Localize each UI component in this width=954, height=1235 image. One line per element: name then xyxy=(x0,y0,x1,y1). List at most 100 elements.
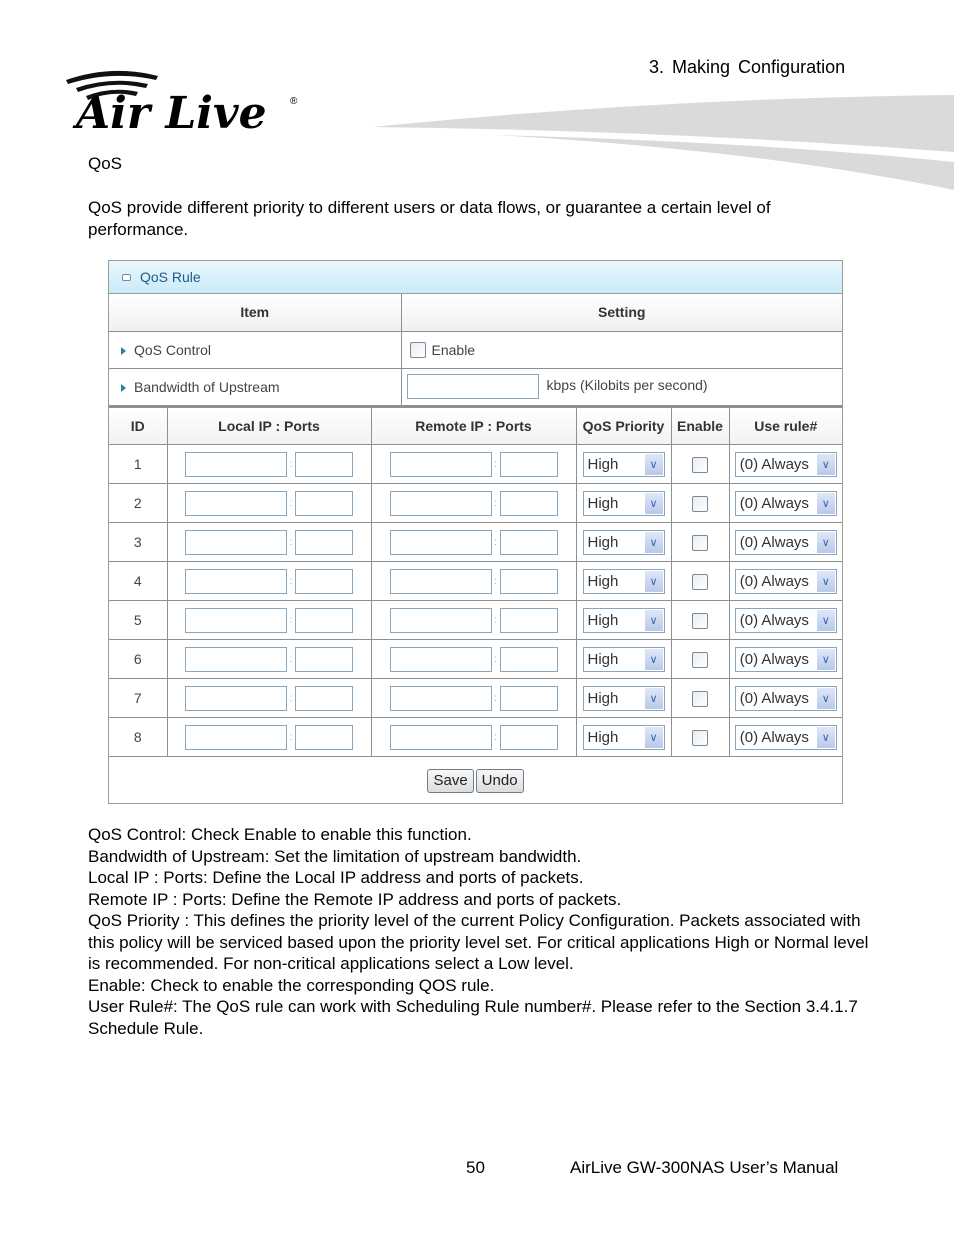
panel-header: QoS Rule xyxy=(109,261,842,294)
local-ip-input[interactable] xyxy=(185,568,287,594)
remote-port-input[interactable] xyxy=(499,646,558,672)
remote-port-input[interactable] xyxy=(499,451,558,477)
remote-ip-input[interactable] xyxy=(389,685,492,711)
qos-priority-value: High xyxy=(587,689,619,707)
rule-enable-checkbox[interactable] xyxy=(692,651,708,668)
local-port-input[interactable] xyxy=(295,529,353,555)
use-rule-select[interactable]: (0) Always ∨ xyxy=(734,724,837,750)
ip-port-separator: : xyxy=(289,653,293,665)
use-rule-select[interactable]: (0) Always ∨ xyxy=(734,568,837,594)
manual-title: AirLive GW-300NAS User’s Manual xyxy=(570,1158,839,1177)
remote-port-input[interactable] xyxy=(499,724,558,750)
remote-ip-input[interactable] xyxy=(389,451,492,477)
rule-row: 3:: High ∨ (0) Always ∨ xyxy=(109,522,842,562)
bandwidth-label: Bandwidth of Upstream xyxy=(134,378,280,395)
chevron-down-icon[interactable]: ∨ xyxy=(816,648,835,670)
local-ip-input[interactable] xyxy=(185,685,287,711)
qos-priority-select[interactable]: High ∨ xyxy=(582,529,665,555)
qos-control-enable-checkbox[interactable] xyxy=(409,342,426,359)
chevron-down-icon[interactable]: ∨ xyxy=(816,531,835,553)
remote-ip-input[interactable] xyxy=(389,607,492,633)
rule-row: 8:: High ∨ (0) Always ∨ xyxy=(109,717,842,757)
page-number: 50 xyxy=(466,1158,485,1177)
local-port-input[interactable] xyxy=(295,568,353,594)
qos-priority-select[interactable]: High ∨ xyxy=(582,568,665,594)
remote-ip-input[interactable] xyxy=(389,646,492,672)
col-local-ip-ports: Local IP : Ports xyxy=(166,405,372,445)
use-rule-select[interactable]: (0) Always ∨ xyxy=(734,685,837,711)
save-button[interactable]: Save xyxy=(427,768,474,793)
undo-button[interactable]: Undo xyxy=(475,768,524,793)
ip-port-separator: : xyxy=(289,497,293,509)
use-rule-select[interactable]: (0) Always ∨ xyxy=(734,490,837,516)
remote-ip-input[interactable] xyxy=(389,529,492,555)
local-ip-input[interactable] xyxy=(185,607,287,633)
qos-priority-select[interactable]: High ∨ xyxy=(582,646,665,672)
panel-bullet-icon xyxy=(122,273,131,281)
section-title: QoS xyxy=(88,154,123,173)
chevron-down-icon[interactable]: ∨ xyxy=(644,492,663,514)
qos-priority-value: High xyxy=(587,494,619,512)
remote-ip-input[interactable] xyxy=(389,724,492,750)
local-port-input[interactable] xyxy=(295,490,353,516)
rule-enable-checkbox[interactable] xyxy=(692,534,708,551)
col-qos-priority: QoS Priority xyxy=(575,405,672,445)
remote-ip-input[interactable] xyxy=(389,568,492,594)
use-rule-select[interactable]: (0) Always ∨ xyxy=(734,607,837,633)
local-port-input[interactable] xyxy=(295,607,353,633)
chevron-down-icon[interactable]: ∨ xyxy=(816,687,835,709)
local-port-input[interactable] xyxy=(295,724,353,750)
chevron-down-icon[interactable]: ∨ xyxy=(816,453,835,475)
remote-port-input[interactable] xyxy=(499,529,558,555)
local-port-input[interactable] xyxy=(295,685,353,711)
chevron-down-icon[interactable]: ∨ xyxy=(644,726,663,748)
qos-priority-select[interactable]: High ∨ xyxy=(582,724,665,750)
chevron-down-icon[interactable]: ∨ xyxy=(644,687,663,709)
rule-row: 5:: High ∨ (0) Always ∨ xyxy=(109,600,842,640)
bandwidth-input[interactable] xyxy=(406,374,539,399)
airlive-logo: Air Live ® xyxy=(66,70,298,134)
qos-settings-table: Item Setting QoS Control Enable Bandwidt… xyxy=(109,294,842,406)
qos-priority-value: High xyxy=(587,533,619,551)
rule-enable-checkbox[interactable] xyxy=(692,456,708,473)
remote-port-input[interactable] xyxy=(499,685,558,711)
chevron-down-icon[interactable]: ∨ xyxy=(644,531,663,553)
qos-priority-select[interactable]: High ∨ xyxy=(582,607,665,633)
chevron-down-icon[interactable]: ∨ xyxy=(816,726,835,748)
remote-ip-input[interactable] xyxy=(389,490,492,516)
use-rule-select[interactable]: (0) Always ∨ xyxy=(734,451,837,477)
use-rule-select[interactable]: (0) Always ∨ xyxy=(734,529,837,555)
use-rule-select[interactable]: (0) Always ∨ xyxy=(734,646,837,672)
local-ip-input[interactable] xyxy=(185,451,287,477)
rule-enable-checkbox[interactable] xyxy=(692,573,708,590)
chevron-down-icon[interactable]: ∨ xyxy=(644,648,663,670)
remote-port-input[interactable] xyxy=(499,607,558,633)
local-ip-input[interactable] xyxy=(185,646,287,672)
local-ip-input[interactable] xyxy=(185,724,287,750)
local-ip-input[interactable] xyxy=(185,490,287,516)
local-ip-input[interactable] xyxy=(185,529,287,555)
chevron-down-icon[interactable]: ∨ xyxy=(644,570,663,592)
ip-port-separator: : xyxy=(289,692,293,704)
local-port-input[interactable] xyxy=(295,451,353,477)
chevron-down-icon[interactable]: ∨ xyxy=(816,609,835,631)
chevron-down-icon[interactable]: ∨ xyxy=(816,492,835,514)
bandwidth-unit: kbps (Kilobits per second) xyxy=(546,377,708,394)
local-port-input[interactable] xyxy=(295,646,353,672)
qos-priority-select[interactable]: High ∨ xyxy=(582,490,665,516)
qos-priority-select[interactable]: High ∨ xyxy=(582,451,665,477)
col-id: ID xyxy=(109,405,168,445)
header-swoosh-decoration xyxy=(372,95,954,190)
remote-port-input[interactable] xyxy=(499,568,558,594)
rule-enable-checkbox[interactable] xyxy=(692,612,708,629)
chevron-down-icon[interactable]: ∨ xyxy=(644,609,663,631)
rule-enable-checkbox[interactable] xyxy=(692,495,708,512)
qos-priority-select[interactable]: High ∨ xyxy=(582,685,665,711)
rule-enable-checkbox[interactable] xyxy=(692,729,708,746)
chevron-down-icon[interactable]: ∨ xyxy=(644,453,663,475)
rule-id: 4 xyxy=(109,561,168,601)
chevron-down-icon[interactable]: ∨ xyxy=(816,570,835,592)
remote-port-input[interactable] xyxy=(499,490,558,516)
rule-enable-checkbox[interactable] xyxy=(692,690,708,707)
ip-port-separator: : xyxy=(494,614,497,626)
